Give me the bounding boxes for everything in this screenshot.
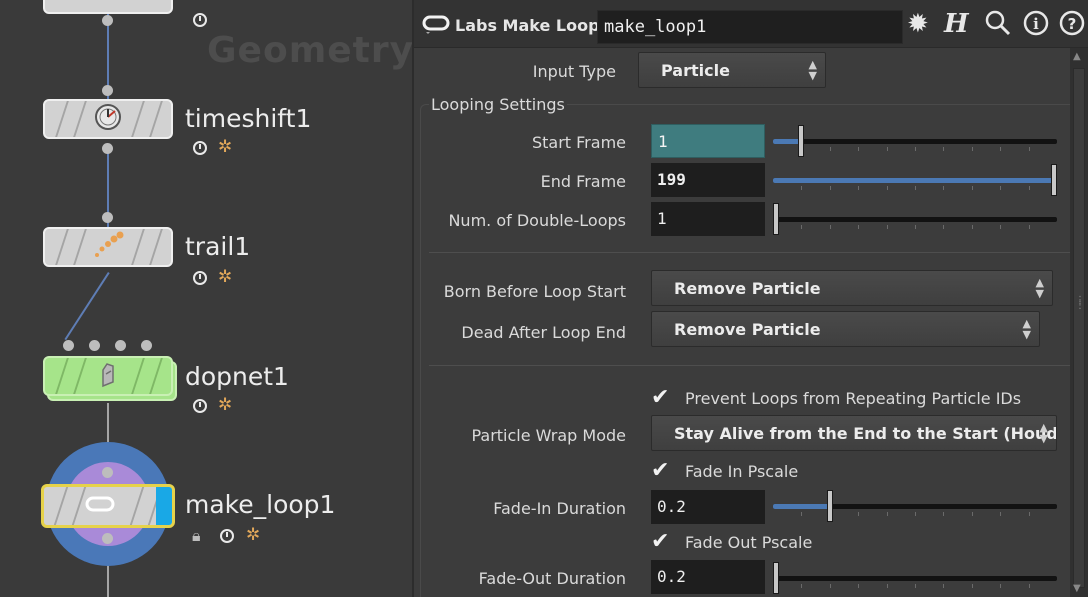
double-loops-label: Num. of Double-Loops: [448, 211, 626, 230]
parameter-pane: Labs Make Loop make_loop1 ✹ H i ? Input …: [412, 0, 1088, 597]
input-type-menu[interactable]: Particle ▲ ▼: [638, 52, 826, 88]
born-before-label: Born Before Loop Start: [443, 282, 626, 301]
fade-out-duration-slider[interactable]: [773, 562, 1057, 594]
dop-network-icon: [97, 360, 119, 392]
fade-in-duration-label: Fade-In Duration: [493, 499, 626, 518]
search-icon[interactable]: [984, 9, 1012, 44]
scroll-up-icon[interactable]: ▲: [1073, 51, 1081, 62]
fade-in-pscale-label: Fade In Pscale: [685, 462, 799, 481]
fade-out-pscale-checkbox[interactable]: ✔: [651, 531, 673, 553]
double-loops-field[interactable]: 1: [651, 202, 765, 236]
node-trail1[interactable]: [43, 227, 173, 267]
dead-after-menu[interactable]: Remove Particle ▲ ▼: [651, 311, 1040, 347]
dead-after-label: Dead After Loop End: [461, 323, 626, 342]
end-frame-label: End Frame: [540, 172, 626, 191]
updown-arrows-icon: ▲ ▼: [808, 58, 817, 82]
network-context-label: Geometry: [207, 30, 412, 71]
born-before-menu[interactable]: Remove Particle ▲ ▼: [651, 270, 1053, 306]
node-type-icon: [422, 14, 450, 38]
slider-handle[interactable]: [798, 125, 805, 157]
input-connector[interactable]: [102, 212, 113, 223]
node-make-loop1[interactable]: [41, 484, 175, 528]
wrap-mode-menu[interactable]: Stay Alive from the End to the Start (Ho…: [651, 415, 1057, 451]
input-connector[interactable]: [63, 340, 74, 351]
node-label[interactable]: make_loop1: [185, 490, 335, 519]
fade-out-duration-label: Fade-Out Duration: [478, 569, 626, 588]
separator: [429, 365, 1074, 366]
separator: [429, 252, 1074, 253]
input-connector[interactable]: [89, 340, 100, 351]
slider-handle[interactable]: [1051, 164, 1057, 196]
clock-icon: [193, 271, 207, 285]
lock-icon: 🔒︎: [192, 526, 201, 545]
svg-text:?: ?: [1068, 15, 1077, 33]
info-icon[interactable]: i: [1022, 9, 1050, 44]
wrap-mode-label: Particle Wrap Mode: [471, 426, 626, 445]
loop-icon: [85, 495, 115, 517]
parameter-toolbar: Labs Make Loop make_loop1 ✹ H i ?: [414, 0, 1088, 48]
gear-icon: ✲: [218, 267, 233, 287]
fade-out-duration-field[interactable]: 0.2: [651, 560, 765, 594]
gear-icon: ✲: [246, 525, 261, 545]
born-before-value: Remove Particle: [674, 279, 821, 298]
input-connector[interactable]: [102, 467, 113, 478]
node-partial-top[interactable]: [43, 0, 173, 14]
gear-icon[interactable]: ✹: [907, 9, 929, 39]
display-flag[interactable]: [156, 487, 172, 525]
node-timeshift1[interactable]: [43, 99, 173, 139]
network-editor[interactable]: Geometry timeshift1 ✲ trail1 ✲ dopnet1 ✲…: [0, 0, 412, 597]
wire: [64, 272, 110, 341]
end-frame-slider[interactable]: [773, 164, 1057, 196]
node-label[interactable]: timeshift1: [185, 104, 311, 133]
input-connector[interactable]: [115, 340, 126, 351]
updown-arrows-icon: ▲ ▼: [1022, 317, 1031, 341]
fade-in-pscale-checkbox[interactable]: ✔: [651, 460, 673, 482]
prevent-repeat-label: Prevent Loops from Repeating Particle ID…: [685, 389, 1022, 408]
fade-out-pscale-label: Fade Out Pscale: [685, 533, 813, 552]
input-connector[interactable]: [102, 85, 113, 96]
end-frame-field[interactable]: 199: [651, 163, 765, 197]
fade-in-duration-field[interactable]: 0.2: [651, 490, 765, 524]
output-connector[interactable]: [102, 143, 113, 154]
start-frame-label: Start Frame: [531, 133, 626, 152]
node-type-label: Labs Make Loop: [455, 16, 600, 35]
gear-icon: ✲: [218, 395, 233, 415]
prevent-repeat-checkbox[interactable]: ✔: [651, 387, 673, 409]
input-connector[interactable]: [141, 340, 152, 351]
gear-icon: ✲: [218, 137, 233, 157]
node-dopnet1[interactable]: [43, 356, 173, 396]
svg-text:i: i: [1033, 15, 1039, 33]
parameter-scrollbar[interactable]: ▲ ⋮⋮⋮⋮ ▼: [1070, 48, 1088, 597]
timeshift-icon: [93, 102, 123, 136]
start-frame-field[interactable]: 1: [651, 124, 765, 158]
slider-handle[interactable]: [826, 490, 833, 522]
looping-settings-title: Looping Settings: [429, 95, 567, 114]
dead-after-value: Remove Particle: [674, 320, 821, 339]
help-houdini-icon[interactable]: H: [944, 9, 969, 39]
slider-handle[interactable]: [773, 562, 779, 594]
updown-arrows-icon: ▲ ▼: [1035, 276, 1044, 300]
scrollbar-thumb[interactable]: [1073, 68, 1085, 588]
clock-icon: [193, 13, 207, 27]
double-loops-slider[interactable]: [773, 203, 1057, 235]
grip-icon: ⋮⋮⋮⋮: [1075, 295, 1088, 311]
trail-icon: [91, 230, 125, 264]
help-icon[interactable]: ?: [1058, 9, 1086, 44]
clock-icon: [193, 399, 207, 413]
clock-icon: [220, 529, 234, 543]
start-frame-slider[interactable]: [773, 125, 1057, 157]
node-label[interactable]: dopnet1: [185, 362, 289, 391]
output-connector[interactable]: [102, 15, 113, 26]
scroll-down-icon[interactable]: ▼: [1073, 583, 1081, 594]
output-connector[interactable]: [102, 533, 113, 544]
input-type-value: Particle: [661, 61, 730, 80]
node-name-field[interactable]: make_loop1: [597, 10, 903, 44]
clock-icon: [193, 141, 207, 155]
slider-handle[interactable]: [773, 203, 779, 235]
fade-in-duration-slider[interactable]: [773, 490, 1057, 522]
updown-arrows-icon: ▲ ▼: [1039, 421, 1048, 445]
node-label[interactable]: trail1: [185, 232, 250, 261]
input-type-label: Input Type: [532, 62, 616, 81]
wrap-mode-value: Stay Alive from the End to the Start (Ho…: [674, 424, 1057, 443]
